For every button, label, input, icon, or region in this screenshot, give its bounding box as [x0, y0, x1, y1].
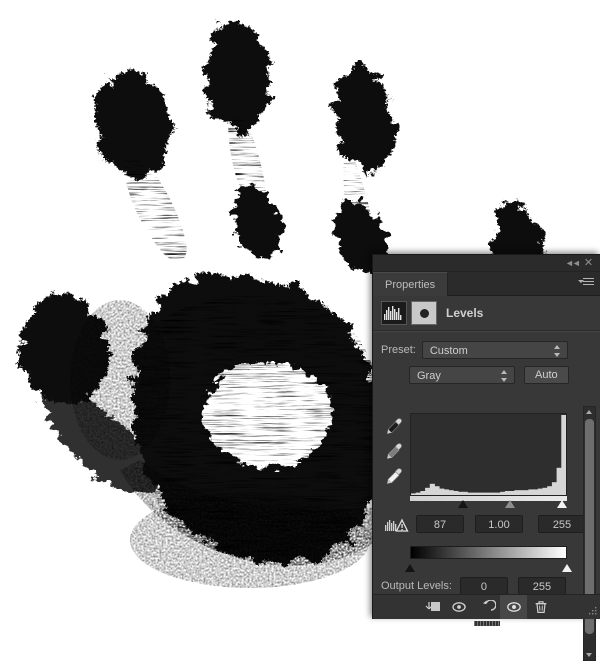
panel-scrollbar[interactable] — [583, 406, 596, 661]
output-white-field[interactable]: 255 — [517, 577, 566, 595]
scroll-up-arrow-icon[interactable] — [584, 407, 595, 418]
delete-adjustment-layer-icon[interactable] — [527, 595, 554, 619]
output-white-point-handle[interactable] — [562, 564, 572, 572]
levels-controls: Preset: Custom Gray Auto 87 1.00 255 Out… — [373, 331, 600, 661]
properties-panel: ◄◄ ✕ Properties Levels Preset: Custom Gr… — [372, 254, 600, 661]
eyedropper-tools — [384, 416, 406, 491]
spinner-arrows-icon — [501, 370, 508, 382]
reset-to-default-icon[interactable] — [473, 595, 500, 619]
preset-label: Preset: — [381, 344, 416, 356]
clipping-warning-icon[interactable] — [384, 518, 410, 534]
layer-mask-thumbnail-icon[interactable] — [411, 301, 437, 325]
output-levels-slider[interactable] — [405, 560, 572, 572]
view-previous-state-icon[interactable] — [446, 595, 473, 619]
resize-grip-icon[interactable] — [586, 605, 598, 617]
toggle-layer-visibility-icon[interactable] — [500, 595, 527, 619]
set-gray-point-eyedropper[interactable] — [384, 441, 404, 462]
preset-dropdown[interactable]: Custom — [421, 341, 568, 359]
output-black-point-handle[interactable] — [405, 564, 415, 572]
scroll-down-arrow-icon[interactable] — [584, 649, 595, 660]
panel-drag-grip[interactable] — [473, 621, 500, 626]
channel-row: Gray Auto — [373, 359, 600, 384]
output-levels-gradient — [410, 546, 567, 559]
spinner-arrows-icon — [553, 345, 561, 357]
close-icon[interactable]: ✕ — [582, 257, 595, 270]
panel-footer — [373, 594, 600, 626]
input-levels-values: 87 1.00 255 — [381, 515, 593, 537]
adjustment-title: Levels — [446, 306, 484, 320]
collapse-to-icons-icon[interactable]: ◄◄ — [565, 257, 581, 270]
preset-value: Custom — [429, 345, 468, 357]
set-white-point-eyedropper[interactable] — [384, 466, 404, 487]
input-gamma-handle[interactable] — [505, 500, 516, 508]
input-white-point-handle[interactable] — [557, 500, 568, 508]
tab-properties[interactable]: Properties — [373, 272, 449, 296]
input-histogram-baseline — [410, 496, 567, 501]
panel-tabstrip: Properties — [373, 272, 600, 296]
output-levels-label: Output Levels: — [381, 580, 452, 592]
panel-titlebar: ◄◄ ✕ — [373, 255, 600, 272]
preset-row: Preset: Custom — [373, 332, 600, 359]
levels-header: Levels — [373, 296, 600, 331]
input-black-point-field[interactable]: 87 — [416, 515, 464, 533]
panel-menu-hamburger-icon[interactable] — [578, 277, 594, 290]
clip-to-layer-icon[interactable] — [419, 595, 446, 619]
input-black-point-handle[interactable] — [458, 500, 469, 508]
histogram-display[interactable] — [410, 413, 567, 496]
input-levels-slider[interactable] — [410, 496, 568, 510]
input-white-point-field[interactable]: 255 — [538, 515, 586, 533]
auto-button[interactable]: Auto — [524, 366, 569, 384]
output-levels-row: Output Levels: 0 255 — [381, 576, 593, 596]
set-black-point-eyedropper[interactable] — [384, 416, 404, 437]
histogram-icon[interactable] — [381, 301, 407, 325]
footer-icon-group — [419, 595, 554, 619]
channel-dropdown[interactable]: Gray — [409, 366, 515, 384]
channel-value: Gray — [417, 370, 441, 382]
output-black-field[interactable]: 0 — [459, 577, 508, 595]
input-gamma-field[interactable]: 1.00 — [475, 515, 523, 533]
